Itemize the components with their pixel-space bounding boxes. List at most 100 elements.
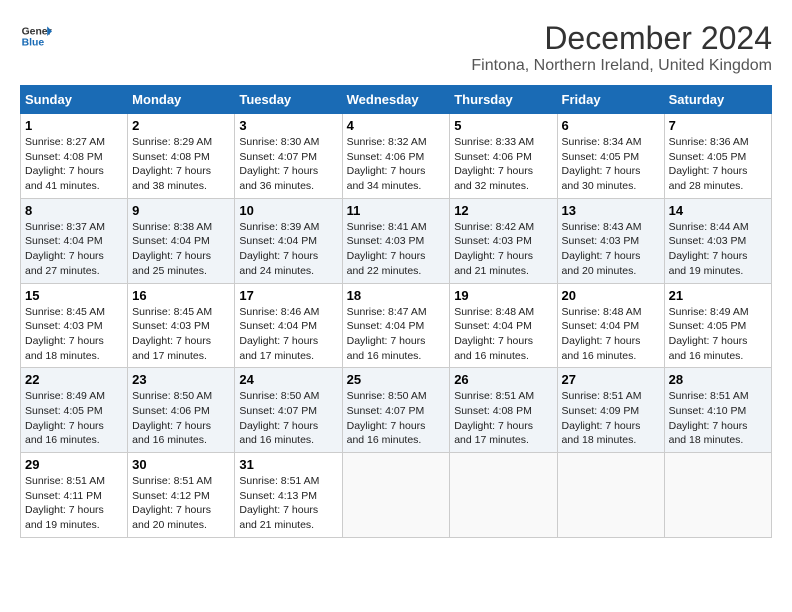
- day-info: Sunrise: 8:36 AMSunset: 4:05 PMDaylight:…: [669, 135, 767, 194]
- day-info: Sunrise: 8:50 AMSunset: 4:07 PMDaylight:…: [347, 389, 446, 448]
- day-info: Sunrise: 8:41 AMSunset: 4:03 PMDaylight:…: [347, 220, 446, 279]
- day-number: 12: [454, 203, 552, 218]
- day-info: Sunrise: 8:33 AMSunset: 4:06 PMDaylight:…: [454, 135, 552, 194]
- day-info: Sunrise: 8:47 AMSunset: 4:04 PMDaylight:…: [347, 305, 446, 364]
- day-info: Sunrise: 8:29 AMSunset: 4:08 PMDaylight:…: [132, 135, 230, 194]
- calendar-cell: [557, 453, 664, 538]
- calendar-cell: 27Sunrise: 8:51 AMSunset: 4:09 PMDayligh…: [557, 368, 664, 453]
- calendar-cell: 15 Sunrise: 8:45 AMSunset: 4:03 PMDayligh…: [21, 283, 128, 368]
- day-number: 7: [669, 118, 767, 133]
- month-title: December 2024: [471, 20, 772, 57]
- day-number: 20: [562, 288, 660, 303]
- calendar-cell: 21 Sunrise: 8:49 AMSunset: 4:05 PMDayligh…: [664, 283, 771, 368]
- calendar-cell: 10Sunrise: 8:39 AMSunset: 4:04 PMDayligh…: [235, 198, 342, 283]
- day-number: 19: [454, 288, 552, 303]
- day-info: Sunrise: 8:48 AMSunset: 4:04 PMDaylight:…: [562, 305, 660, 364]
- day-info: Sunrise: 8:39 AMSunset: 4:04 PMDaylight:…: [239, 220, 337, 279]
- day-info: Sunrise: 8:37 AMSunset: 4:04 PMDaylight:…: [25, 220, 123, 279]
- calendar-cell: 17 Sunrise: 8:46 AMSunset: 4:04 PMDayligh…: [235, 283, 342, 368]
- calendar-cell: 7 Sunrise: 8:36 AMSunset: 4:05 PMDaylight…: [664, 114, 771, 199]
- day-number: 4: [347, 118, 446, 133]
- title-area: December 2024 Fintona, Northern Ireland,…: [471, 20, 772, 75]
- weekday-header-tuesday: Tuesday: [235, 86, 342, 114]
- day-number: 1: [25, 118, 123, 133]
- day-info: Sunrise: 8:48 AMSunset: 4:04 PMDaylight:…: [454, 305, 552, 364]
- calendar-cell: 16 Sunrise: 8:45 AMSunset: 4:03 PMDayligh…: [128, 283, 235, 368]
- calendar-cell: 5Sunrise: 8:33 AMSunset: 4:06 PMDaylight…: [450, 114, 557, 199]
- calendar-cell: 30 Sunrise: 8:51 AMSunset: 4:12 PMDayligh…: [128, 453, 235, 538]
- day-number: 25: [347, 372, 446, 387]
- calendar-cell: 4 Sunrise: 8:32 AMSunset: 4:06 PMDaylight…: [342, 114, 450, 199]
- day-number: 24: [239, 372, 337, 387]
- day-number: 2: [132, 118, 230, 133]
- day-info: Sunrise: 8:34 AMSunset: 4:05 PMDaylight:…: [562, 135, 660, 194]
- location-subtitle: Fintona, Northern Ireland, United Kingdo…: [471, 57, 772, 75]
- day-number: 13: [562, 203, 660, 218]
- day-info: Sunrise: 8:27 AMSunset: 4:08 PMDaylight:…: [25, 135, 123, 194]
- calendar-table: SundayMondayTuesdayWednesdayThursdayFrid…: [20, 85, 772, 538]
- calendar-cell: 11 Sunrise: 8:41 AMSunset: 4:03 PMDayligh…: [342, 198, 450, 283]
- calendar-cell: 14 Sunrise: 8:44 AMSunset: 4:03 PMDayligh…: [664, 198, 771, 283]
- day-info: Sunrise: 8:38 AMSunset: 4:04 PMDaylight:…: [132, 220, 230, 279]
- day-info: Sunrise: 8:32 AMSunset: 4:06 PMDaylight:…: [347, 135, 446, 194]
- day-info: Sunrise: 8:46 AMSunset: 4:04 PMDaylight:…: [239, 305, 337, 364]
- calendar-cell: 6Sunrise: 8:34 AMSunset: 4:05 PMDaylight…: [557, 114, 664, 199]
- calendar-cell: 26 Sunrise: 8:51 AMSunset: 4:08 PMDayligh…: [450, 368, 557, 453]
- calendar-week-row: 29Sunrise: 8:51 AMSunset: 4:11 PMDayligh…: [21, 453, 772, 538]
- weekday-header-monday: Monday: [128, 86, 235, 114]
- day-number: 8: [25, 203, 123, 218]
- calendar-cell: 20 Sunrise: 8:48 AMSunset: 4:04 PMDayligh…: [557, 283, 664, 368]
- logo: General Blue: [20, 20, 52, 52]
- day-number: 15: [25, 288, 123, 303]
- day-info: Sunrise: 8:50 AMSunset: 4:06 PMDaylight:…: [132, 389, 230, 448]
- calendar-cell: 25 Sunrise: 8:50 AMSunset: 4:07 PMDayligh…: [342, 368, 450, 453]
- day-number: 17: [239, 288, 337, 303]
- calendar-cell: 31 Sunrise: 8:51 AMSunset: 4:13 PMDayligh…: [235, 453, 342, 538]
- day-info: Sunrise: 8:51 AMSunset: 4:13 PMDaylight:…: [239, 474, 337, 533]
- calendar-week-row: 1 Sunrise: 8:27 AMSunset: 4:08 PMDaylight…: [21, 114, 772, 199]
- day-info: Sunrise: 8:44 AMSunset: 4:03 PMDaylight:…: [669, 220, 767, 279]
- calendar-cell: 12Sunrise: 8:42 AMSunset: 4:03 PMDayligh…: [450, 198, 557, 283]
- calendar-cell: 24 Sunrise: 8:50 AMSunset: 4:07 PMDayligh…: [235, 368, 342, 453]
- day-number: 9: [132, 203, 230, 218]
- calendar-cell: 9 Sunrise: 8:38 AMSunset: 4:04 PMDaylight…: [128, 198, 235, 283]
- calendar-cell: 2 Sunrise: 8:29 AMSunset: 4:08 PMDaylight…: [128, 114, 235, 199]
- day-number: 29: [25, 457, 123, 472]
- day-number: 30: [132, 457, 230, 472]
- calendar-cell: [450, 453, 557, 538]
- day-number: 11: [347, 203, 446, 218]
- weekday-header-sunday: Sunday: [21, 86, 128, 114]
- weekday-header-saturday: Saturday: [664, 86, 771, 114]
- day-info: Sunrise: 8:49 AMSunset: 4:05 PMDaylight:…: [669, 305, 767, 364]
- calendar-week-row: 15 Sunrise: 8:45 AMSunset: 4:03 PMDayligh…: [21, 283, 772, 368]
- day-number: 26: [454, 372, 552, 387]
- calendar-cell: 22 Sunrise: 8:49 AMSunset: 4:05 PMDayligh…: [21, 368, 128, 453]
- calendar-week-row: 22 Sunrise: 8:49 AMSunset: 4:05 PMDayligh…: [21, 368, 772, 453]
- day-info: Sunrise: 8:51 AMSunset: 4:10 PMDaylight:…: [669, 389, 767, 448]
- day-number: 3: [239, 118, 337, 133]
- day-info: Sunrise: 8:51 AMSunset: 4:12 PMDaylight:…: [132, 474, 230, 533]
- calendar-cell: 18 Sunrise: 8:47 AMSunset: 4:04 PMDayligh…: [342, 283, 450, 368]
- day-info: Sunrise: 8:51 AMSunset: 4:08 PMDaylight:…: [454, 389, 552, 448]
- day-number: 18: [347, 288, 446, 303]
- calendar-cell: 28Sunrise: 8:51 AMSunset: 4:10 PMDayligh…: [664, 368, 771, 453]
- calendar-cell: [342, 453, 450, 538]
- weekday-header-friday: Friday: [557, 86, 664, 114]
- day-info: Sunrise: 8:45 AMSunset: 4:03 PMDaylight:…: [132, 305, 230, 364]
- day-number: 16: [132, 288, 230, 303]
- day-info: Sunrise: 8:50 AMSunset: 4:07 PMDaylight:…: [239, 389, 337, 448]
- calendar-week-row: 8 Sunrise: 8:37 AMSunset: 4:04 PMDaylight…: [21, 198, 772, 283]
- day-info: Sunrise: 8:30 AMSunset: 4:07 PMDaylight:…: [239, 135, 337, 194]
- day-info: Sunrise: 8:49 AMSunset: 4:05 PMDaylight:…: [25, 389, 123, 448]
- calendar-cell: 23Sunrise: 8:50 AMSunset: 4:06 PMDayligh…: [128, 368, 235, 453]
- day-info: Sunrise: 8:45 AMSunset: 4:03 PMDaylight:…: [25, 305, 123, 364]
- calendar-cell: 29Sunrise: 8:51 AMSunset: 4:11 PMDayligh…: [21, 453, 128, 538]
- logo-icon: General Blue: [20, 20, 52, 52]
- day-number: 27: [562, 372, 660, 387]
- day-number: 31: [239, 457, 337, 472]
- day-number: 22: [25, 372, 123, 387]
- svg-text:Blue: Blue: [22, 38, 45, 49]
- weekday-header-wednesday: Wednesday: [342, 86, 450, 114]
- day-number: 14: [669, 203, 767, 218]
- day-number: 21: [669, 288, 767, 303]
